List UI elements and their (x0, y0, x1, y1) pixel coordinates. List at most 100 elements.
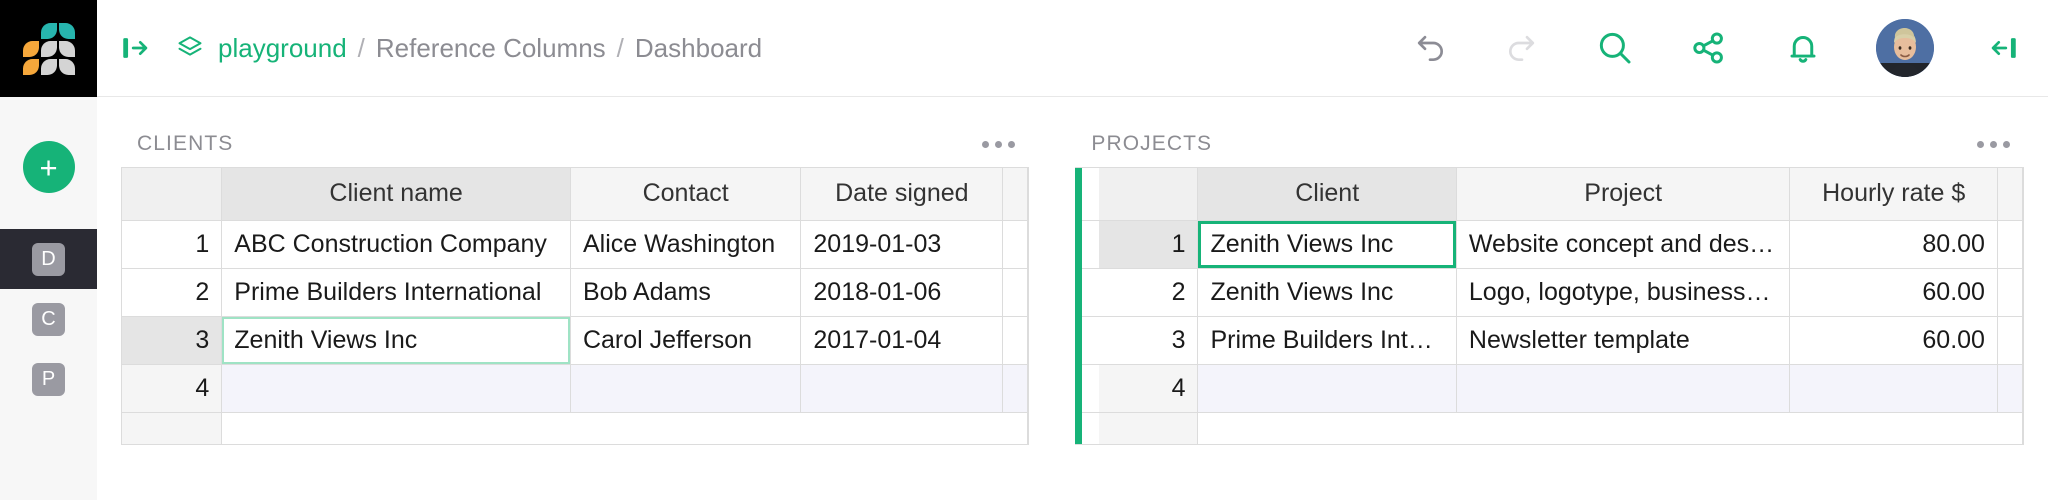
open-left-panel-icon[interactable] (119, 31, 153, 65)
row-number-tail (122, 412, 223, 444)
table-row[interactable]: 1 Zenith Views Inc Website concept and d… (1075, 220, 2024, 269)
cell-pad (1997, 316, 2024, 365)
row-number[interactable]: 3 (122, 316, 223, 365)
row-number[interactable]: 4 (122, 364, 223, 413)
cell-pad (1997, 268, 2024, 317)
logo-cell (40, 22, 57, 39)
cell-pad (1002, 316, 1029, 365)
cell-hourly-rate[interactable]: 60.00 (1789, 268, 1998, 317)
cell-date-signed[interactable] (800, 364, 1004, 413)
top-bar: playground / Reference Columns / Dashboa… (97, 0, 2048, 97)
cell-pad (1997, 364, 2024, 413)
cell-hourly-rate[interactable] (1789, 364, 1998, 413)
widget-projects: PROJECTS Client Project Hourly rate $ 1 … (1075, 121, 2024, 445)
table-row[interactable]: 2 Prime Builders International Bob Adams… (122, 268, 1029, 317)
row-number[interactable]: 3 (1099, 316, 1199, 365)
breadcrumb-separator: / (357, 32, 365, 63)
cell-date-signed[interactable]: 2018-01-06 (800, 268, 1004, 317)
widget-title: PROJECTS (1091, 132, 1213, 155)
table-add-row[interactable]: 4 (1075, 364, 2024, 413)
page-initial-badge: P (32, 362, 65, 396)
share-icon[interactable] (1688, 27, 1730, 69)
cell-date-signed[interactable]: 2019-01-03 (800, 220, 1004, 269)
column-header-project[interactable]: Project (1456, 168, 1791, 221)
main-column: playground / Reference Columns / Dashboa… (97, 0, 2048, 500)
row-number[interactable]: 4 (1099, 364, 1199, 413)
breadcrumb-workspace[interactable]: playground (218, 33, 347, 64)
row-number-header[interactable] (122, 168, 223, 221)
cell-pad (1002, 268, 1029, 317)
row-number[interactable]: 1 (1099, 220, 1199, 269)
logo-cell (58, 40, 75, 57)
row-number-header[interactable] (1099, 168, 1199, 221)
user-avatar[interactable] (1876, 19, 1934, 77)
app-logo[interactable] (0, 0, 97, 97)
cell-contact[interactable]: Bob Adams (570, 268, 802, 317)
cell-contact[interactable] (570, 364, 802, 413)
page-initial-badge: D (32, 242, 65, 276)
column-header-client[interactable]: Client (1197, 168, 1457, 221)
cell-client-name[interactable]: Prime Builders International (221, 268, 571, 317)
cell-client[interactable]: Zenith Views Inc (1197, 268, 1457, 317)
breadcrumb-document[interactable]: Reference Columns (376, 33, 606, 64)
cell-date-signed[interactable]: 2017-01-04 (800, 316, 1004, 365)
cell-project[interactable]: Newsletter template (1456, 316, 1791, 365)
row-number[interactable]: 2 (122, 268, 223, 317)
table-add-row[interactable]: 4 (122, 364, 1029, 413)
cell-client[interactable]: Prime Builders Int… (1197, 316, 1457, 365)
cell-pad (1997, 220, 2024, 269)
breadcrumb-separator: / (616, 32, 624, 63)
logo-cell (58, 22, 75, 39)
logo-cell (22, 58, 39, 75)
cell-hourly-rate[interactable]: 60.00 (1789, 316, 1998, 365)
column-header-contact[interactable]: Contact (570, 168, 802, 221)
table-row[interactable]: 2 Zenith Views Inc Logo, logotype, busin… (1075, 268, 2024, 317)
cell-hourly-rate[interactable]: 80.00 (1789, 220, 1998, 269)
table-row[interactable]: 1 ABC Construction Company Alice Washing… (122, 220, 1029, 269)
search-icon[interactable] (1594, 27, 1636, 69)
column-header-hourly-rate[interactable]: Hourly rate $ (1789, 168, 1998, 221)
table-header-row: Client Project Hourly rate $ (1075, 168, 2024, 221)
app-root: + D C P playground / Reference Columns /… (0, 0, 2048, 500)
logo-cell (40, 58, 57, 75)
more-options-icon[interactable] (1967, 131, 2020, 158)
row-number[interactable]: 1 (122, 220, 223, 269)
undo-icon[interactable] (1410, 28, 1450, 68)
table-row[interactable]: 3 Zenith Views Inc Carol Jefferson 2017-… (122, 316, 1029, 365)
cell-tail (1197, 412, 2023, 444)
more-options-icon[interactable] (972, 131, 1025, 158)
column-header-date-signed[interactable]: Date signed (800, 168, 1004, 221)
logo-cell (23, 23, 39, 39)
column-header-pad (1997, 168, 2024, 221)
cell-project[interactable] (1456, 364, 1791, 413)
widget-title: CLIENTS (137, 132, 234, 155)
widget-row: CLIENTS Client name Contact Date signed … (97, 97, 2048, 445)
cell-client[interactable] (1197, 364, 1457, 413)
open-right-panel-icon[interactable] (1986, 31, 2020, 65)
cell-client-selected[interactable]: Zenith Views Inc (1197, 220, 1457, 269)
sidebar-item-dashboard[interactable]: D (0, 229, 97, 289)
cell-project[interactable]: Logo, logotype, business… (1456, 268, 1791, 317)
logo-cell (58, 58, 75, 75)
column-header-client-name[interactable]: Client name (221, 168, 571, 221)
add-new-button[interactable]: + (22, 141, 75, 193)
grid-clients: Client name Contact Date signed 1 ABC Co… (121, 167, 1030, 445)
bell-icon[interactable] (1782, 27, 1824, 69)
cell-client-name[interactable]: ABC Construction Company (221, 220, 571, 269)
breadcrumb-page[interactable]: Dashboard (635, 33, 762, 64)
cell-project[interactable]: Website concept and des… (1456, 220, 1791, 269)
sidebar-item-clients[interactable]: C (0, 289, 97, 349)
cell-contact[interactable]: Carol Jefferson (570, 316, 802, 365)
redo-icon[interactable] (1502, 28, 1542, 68)
dashboard-area: CLIENTS Client name Contact Date signed … (97, 97, 2048, 500)
row-number[interactable]: 2 (1099, 268, 1199, 317)
cell-client-name-selected[interactable]: Zenith Views Inc (221, 316, 571, 365)
cell-tail (221, 412, 1029, 444)
page-initial-badge: C (32, 302, 65, 336)
sidebar-item-projects[interactable]: P (0, 349, 97, 409)
table-row[interactable]: 3 Prime Builders Int… Newsletter templat… (1075, 316, 2024, 365)
logo-cell (22, 40, 39, 57)
breadcrumb: playground / Reference Columns / Dashboa… (175, 33, 762, 64)
cell-contact[interactable]: Alice Washington (570, 220, 802, 269)
cell-client-name[interactable] (221, 364, 571, 413)
